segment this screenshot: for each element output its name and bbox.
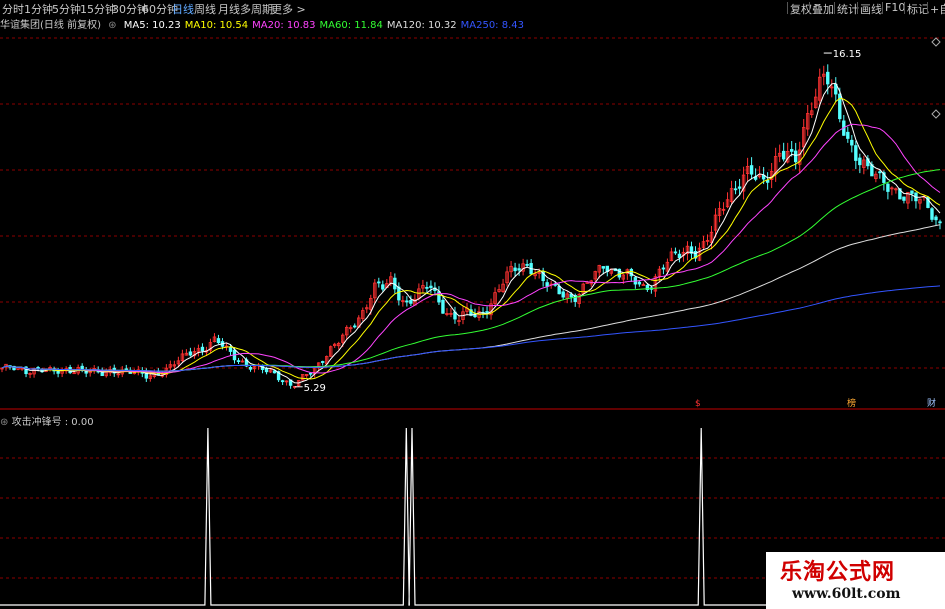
candle-body bbox=[381, 284, 385, 290]
watermark-url: www.60lt.com bbox=[792, 586, 901, 602]
candle-body bbox=[854, 145, 858, 161]
candle-body bbox=[641, 284, 646, 286]
candle-body bbox=[441, 299, 445, 314]
candle-body bbox=[377, 281, 381, 284]
candle-body bbox=[878, 171, 882, 174]
candle-body bbox=[188, 351, 193, 356]
candle-body bbox=[858, 157, 862, 166]
event-marker: 财 bbox=[927, 397, 936, 409]
candle-body bbox=[846, 131, 850, 139]
candle-body bbox=[425, 286, 429, 289]
candle-body bbox=[886, 183, 890, 192]
candle-body bbox=[749, 165, 754, 175]
candle-body bbox=[517, 268, 521, 271]
candle-body bbox=[938, 221, 942, 224]
candle-body bbox=[765, 179, 770, 183]
candle-body bbox=[850, 139, 854, 146]
candle-body bbox=[661, 267, 666, 270]
watermark-title: 乐淘公式网 bbox=[780, 559, 896, 585]
extreme-label: 16.15 bbox=[833, 49, 862, 60]
candle-body bbox=[737, 186, 742, 189]
candle-body bbox=[601, 266, 605, 269]
candle-body bbox=[934, 216, 938, 221]
sub-indicator-value: 攻击冲锋号 : 0.00 bbox=[11, 417, 94, 428]
candle-body bbox=[930, 208, 934, 220]
candle-body bbox=[200, 346, 205, 352]
candle-body bbox=[561, 291, 565, 298]
candle-body bbox=[280, 380, 285, 383]
candle-body bbox=[677, 253, 682, 258]
candle-body bbox=[910, 190, 914, 194]
candle-body bbox=[673, 251, 678, 254]
sub-toggle-icon[interactable]: ⊛ bbox=[0, 417, 8, 428]
stock-chart[interactable]: 16.15 5.29 $ 榜 财 bbox=[0, 0, 945, 609]
ma5-line bbox=[1, 82, 941, 384]
candle-body bbox=[397, 286, 401, 301]
candle-body bbox=[228, 346, 233, 352]
candle-body bbox=[409, 300, 413, 304]
candle-body bbox=[557, 285, 561, 295]
extreme-label: 5.29 bbox=[304, 383, 326, 394]
ma10-line bbox=[1, 97, 941, 380]
event-marker: $ bbox=[695, 399, 701, 409]
candle-body bbox=[216, 338, 221, 344]
scale-diamond-icon bbox=[931, 37, 941, 47]
candle-body bbox=[513, 267, 517, 272]
candle-body bbox=[789, 149, 794, 152]
candle-body bbox=[353, 325, 357, 328]
candle-body bbox=[264, 368, 269, 373]
candle-body bbox=[733, 188, 738, 191]
candle-body bbox=[525, 264, 529, 266]
candle-body bbox=[637, 281, 642, 285]
watermark-logo: 乐淘公式网 www.60lt.com bbox=[766, 552, 945, 609]
candle-body bbox=[236, 360, 241, 363]
candle-body bbox=[793, 150, 798, 163]
candle-body bbox=[781, 150, 786, 160]
ma250-line bbox=[1, 285, 941, 372]
candle-body bbox=[838, 93, 842, 120]
candle-body bbox=[248, 366, 253, 370]
candle-body bbox=[545, 282, 549, 287]
scale-diamond-icon bbox=[931, 109, 941, 119]
candle-body bbox=[429, 285, 433, 288]
candle-body bbox=[405, 300, 409, 303]
event-marker: 榜 bbox=[847, 397, 856, 409]
candle-body bbox=[80, 365, 84, 370]
candle-body bbox=[826, 71, 830, 85]
candle-body bbox=[320, 361, 325, 363]
candle-body bbox=[124, 368, 128, 371]
sub-legend: ⊛ 攻击冲锋号 : 0.00 bbox=[0, 413, 94, 428]
candle-body bbox=[308, 372, 313, 375]
candle-body bbox=[902, 196, 906, 201]
ma60-line bbox=[1, 169, 941, 372]
